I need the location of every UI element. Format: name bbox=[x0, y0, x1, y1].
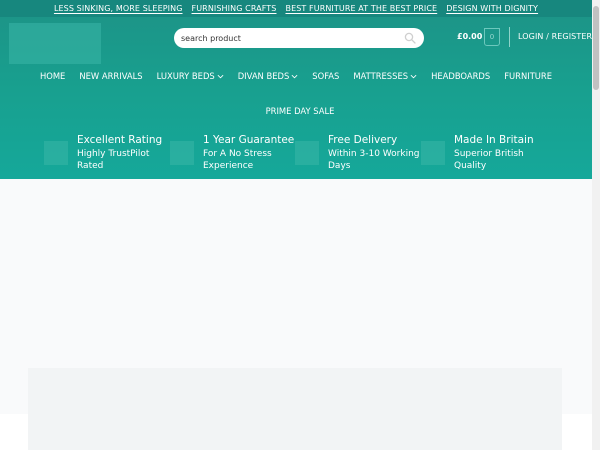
feature-subtitle: Superior British Quality bbox=[454, 149, 524, 171]
feature-title: Made In Britain bbox=[454, 134, 534, 146]
feature-subtitle: Highly TrustPilot Rated bbox=[77, 149, 150, 171]
scrollbar-thumb[interactable] bbox=[593, 6, 599, 90]
feature-subtitle: Within 3-10 Working Days bbox=[328, 149, 420, 171]
chevron-down-icon bbox=[410, 74, 417, 78]
feature-excellent-rating: Excellent Rating Highly TrustPilot Rated bbox=[44, 134, 169, 174]
feature-made-in-britain: Made In Britain Superior British Quality bbox=[421, 134, 546, 174]
feature-strip: Excellent Rating Highly TrustPilot Rated… bbox=[44, 134, 584, 174]
guarantee-icon bbox=[170, 141, 194, 165]
nav-label: LUXURY BEDS bbox=[156, 71, 215, 81]
nav-label: FURNITURE bbox=[504, 71, 553, 81]
cart-count: 0 bbox=[489, 33, 495, 41]
content-placeholder bbox=[28, 368, 562, 450]
login-register-link[interactable]: LOGIN / REGISTER bbox=[518, 32, 592, 41]
announcement-design-dignity[interactable]: DESIGN WITH DIGNITY bbox=[446, 4, 538, 13]
cart-total[interactable]: £0.00 bbox=[457, 32, 482, 41]
nav-item-divan-beds[interactable]: DIVAN BEDS bbox=[231, 71, 306, 81]
nav-label: SOFAS bbox=[312, 71, 340, 81]
nav-item-new-arrivals[interactable]: NEW ARRIVALS bbox=[72, 71, 149, 81]
nav-item-home[interactable]: HOME bbox=[33, 71, 72, 81]
nav-label: PRIME DAY SALE bbox=[265, 106, 335, 116]
announcement-bar: LESS SINKING, MORE SLEEPING FURNISHING C… bbox=[0, 0, 592, 17]
announcement-best-furniture[interactable]: BEST FURNITURE AT THE BEST PRICE bbox=[285, 4, 437, 13]
nav-item-luxury-beds[interactable]: LUXURY BEDS bbox=[150, 71, 231, 81]
secondary-nav: PRIME DAY SALE bbox=[0, 103, 600, 119]
feature-title: Free Delivery bbox=[328, 134, 398, 146]
site-logo[interactable] bbox=[9, 23, 101, 64]
announcement-less-sinking[interactable]: LESS SINKING, MORE SLEEPING bbox=[54, 4, 183, 13]
feature-subtitle: For A No Stress Experience bbox=[203, 149, 272, 171]
nav-item-sofas[interactable]: SOFAS bbox=[305, 71, 346, 81]
nav-item-furniture[interactable]: FURNITURE bbox=[497, 71, 559, 81]
nav-label: DIVAN BEDS bbox=[237, 71, 290, 81]
feature-title: Excellent Rating bbox=[77, 134, 163, 146]
search-icon[interactable] bbox=[404, 32, 416, 44]
search-bar bbox=[174, 28, 424, 48]
nav-label: HOME bbox=[39, 71, 66, 81]
feature-title: 1 Year Guarantee bbox=[203, 134, 295, 146]
nav-label: HEADBOARDS bbox=[431, 71, 491, 81]
rating-icon bbox=[44, 141, 68, 165]
chevron-down-icon bbox=[217, 74, 224, 78]
nav-label: MATTRESSES bbox=[353, 71, 409, 81]
cart-icon[interactable]: 0 bbox=[484, 28, 500, 46]
search-input[interactable] bbox=[181, 33, 391, 43]
header-divider bbox=[509, 27, 510, 47]
main-nav: HOME NEW ARRIVALS LUXURY BEDS DIVAN BEDS… bbox=[0, 68, 592, 84]
nav-item-mattresses[interactable]: MATTRESSES bbox=[346, 71, 424, 81]
chevron-down-icon bbox=[291, 74, 298, 78]
delivery-icon bbox=[295, 141, 319, 165]
britain-icon bbox=[421, 141, 445, 165]
nav-item-headboards[interactable]: HEADBOARDS bbox=[424, 71, 497, 81]
feature-guarantee: 1 Year Guarantee For A No Stress Experie… bbox=[170, 134, 295, 174]
feature-free-delivery: Free Delivery Within 3-10 Working Days bbox=[295, 134, 420, 174]
announcement-furnishing-crafts[interactable]: FURNISHING CRAFTS bbox=[192, 4, 277, 13]
nav-item-prime-day-sale[interactable]: PRIME DAY SALE bbox=[259, 106, 342, 116]
nav-label: NEW ARRIVALS bbox=[79, 71, 143, 81]
